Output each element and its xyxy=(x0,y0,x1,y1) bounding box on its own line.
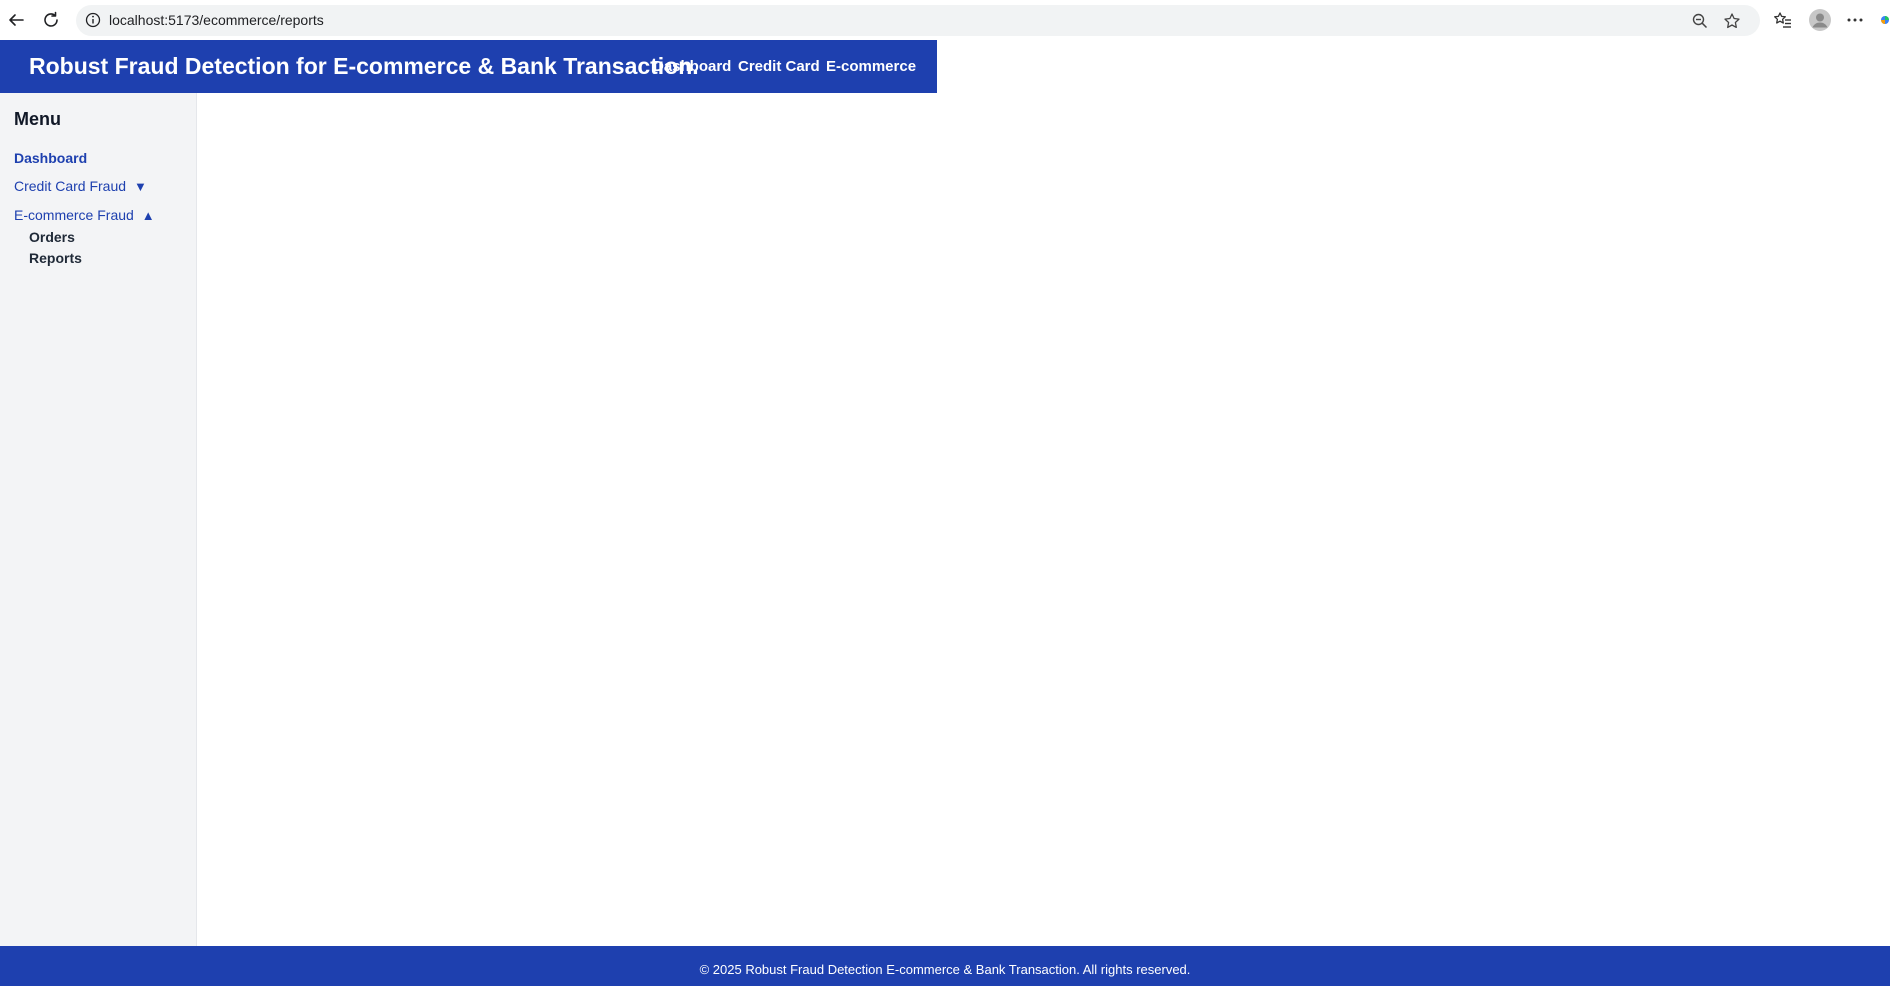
back-arrow-icon[interactable] xyxy=(2,6,30,34)
footer-text: © 2025 Robust Fraud Detection E-commerce… xyxy=(699,962,1191,977)
reload-icon[interactable] xyxy=(37,6,65,34)
page: localhost:5173/ecommerce/reports Robust … xyxy=(0,0,1890,986)
sidebar-item-credit-card-fraud[interactable]: Credit Card Fraud ▼ xyxy=(14,178,147,194)
favorites-list-icon[interactable] xyxy=(1771,8,1795,32)
more-menu-icon[interactable] xyxy=(1843,8,1867,32)
sidebar-subitem-reports[interactable]: Reports xyxy=(29,250,82,266)
footer: © 2025 Robust Fraud Detection E-commerce… xyxy=(0,946,1890,986)
browser-toolbar: localhost:5173/ecommerce/reports xyxy=(0,0,1890,40)
app-title: Robust Fraud Detection for E-commerce & … xyxy=(29,53,699,79)
profile-avatar-icon[interactable] xyxy=(1808,8,1832,32)
caret-down-icon: ▼ xyxy=(133,179,147,194)
app-header: Robust Fraud Detection for E-commerce & … xyxy=(0,40,937,93)
header-link-ecommerce[interactable]: E-commerce xyxy=(826,40,916,93)
sidebar-item-dashboard[interactable]: Dashboard xyxy=(14,150,87,166)
address-url[interactable]: localhost:5173/ecommerce/reports xyxy=(109,5,324,36)
caret-up-icon: ▲ xyxy=(141,208,155,223)
sidebar-subitem-orders[interactable]: Orders xyxy=(29,229,75,245)
sidebar-heading: Menu xyxy=(14,109,61,129)
address-bar[interactable]: localhost:5173/ecommerce/reports xyxy=(76,5,1760,36)
sidebar-item-label: Credit Card Fraud xyxy=(14,178,127,194)
sidebar-item-label: E-commerce Fraud xyxy=(14,207,134,223)
zoom-out-icon[interactable] xyxy=(1690,11,1710,31)
sidebar-item-ecommerce-fraud[interactable]: E-commerce Fraud ▲ xyxy=(14,207,155,223)
copilot-icon[interactable] xyxy=(1880,8,1890,32)
sidebar-item-label: Dashboard xyxy=(14,150,88,166)
sidebar: Menu Dashboard Credit Card Fraud ▼ E-com… xyxy=(0,93,197,946)
site-info-icon[interactable] xyxy=(84,11,102,29)
header-link-credit-card[interactable]: Credit Card xyxy=(738,40,820,93)
main-content xyxy=(198,93,1890,946)
header-link-dashboard[interactable]: Dashboard xyxy=(653,40,731,93)
favorite-star-icon[interactable] xyxy=(1722,11,1742,31)
